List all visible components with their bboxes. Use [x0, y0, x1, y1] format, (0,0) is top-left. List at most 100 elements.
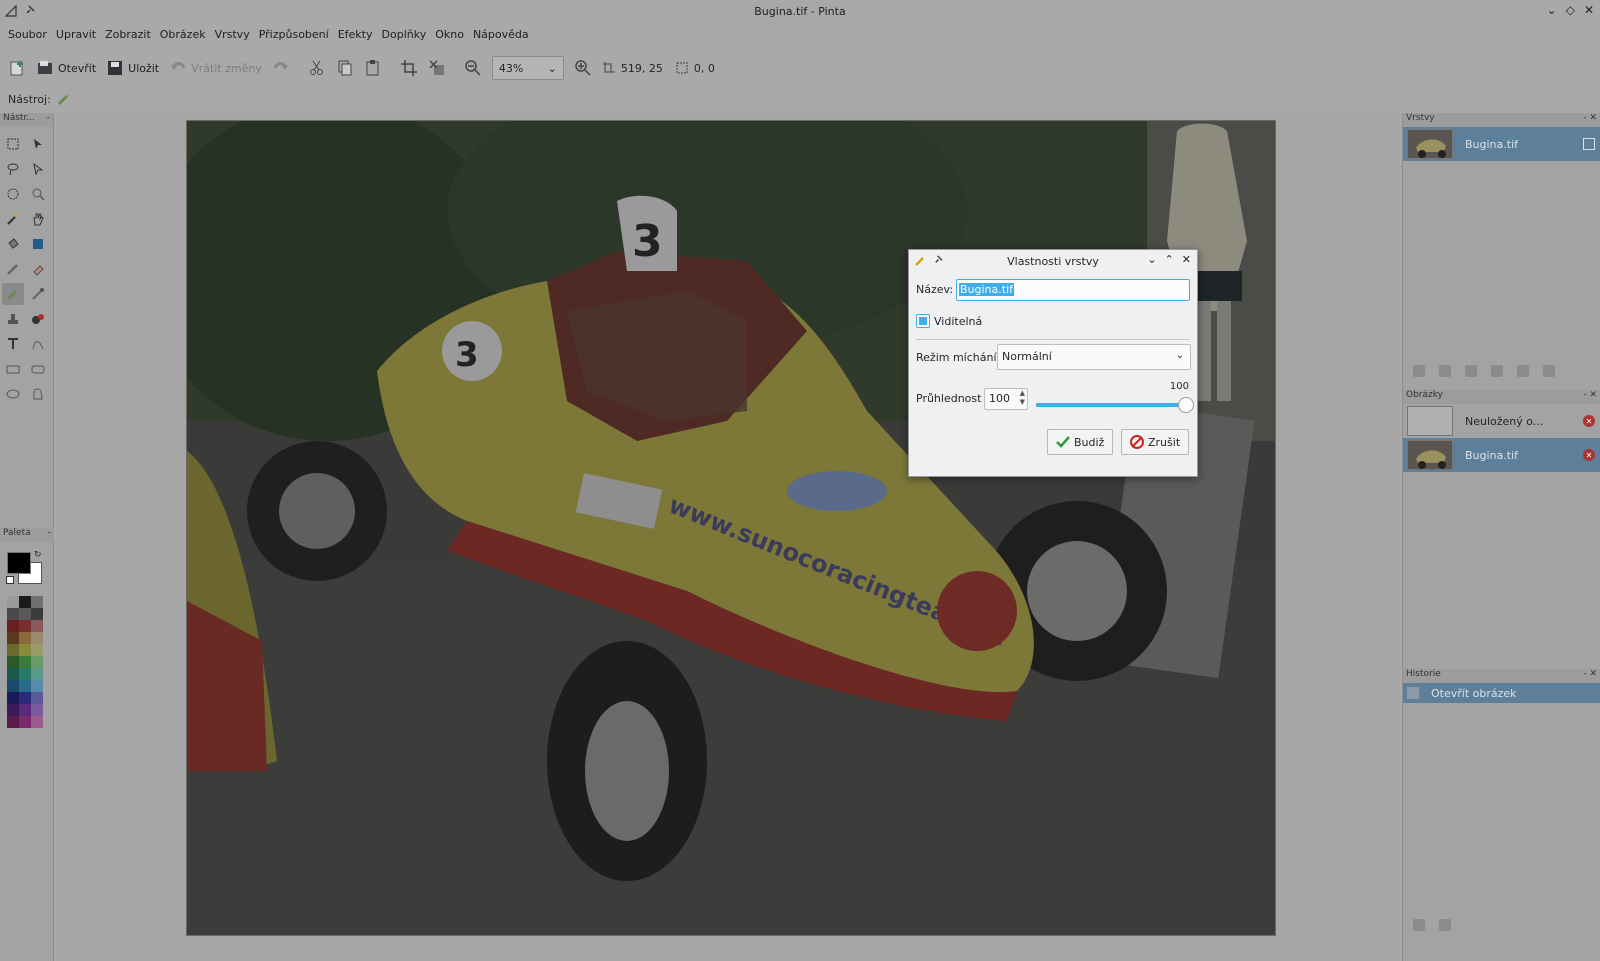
- magic-wand-tool[interactable]: [2, 208, 24, 230]
- gradient-tool[interactable]: [27, 233, 49, 255]
- move-layer-up-icon[interactable]: [1517, 365, 1529, 377]
- palette-swatch[interactable]: [31, 656, 43, 668]
- line-curve-tool[interactable]: [27, 333, 49, 355]
- move-selected-tool[interactable]: [27, 133, 49, 155]
- new-image-button[interactable]: [8, 56, 26, 80]
- undo-button[interactable]: Vrátit změny: [169, 56, 262, 80]
- delete-layer-icon[interactable]: [1465, 365, 1477, 377]
- paintbrush-tool[interactable]: [2, 283, 24, 305]
- canvas-area[interactable]: 3 3 www.sunocoracingteam.cz: [56, 113, 1400, 961]
- zoom-in-button[interactable]: [574, 56, 592, 80]
- primary-secondary-colors[interactable]: ↻: [6, 550, 46, 588]
- panel-minimize-icon[interactable]: -: [48, 528, 51, 542]
- palette-swatch[interactable]: [7, 644, 19, 656]
- palette-swatch[interactable]: [31, 704, 43, 716]
- eraser-tool[interactable]: [27, 258, 49, 280]
- panel-controls-icon[interactable]: - ✕: [1583, 669, 1597, 683]
- reset-colors-icon[interactable]: [6, 576, 14, 584]
- palette-swatch[interactable]: [19, 668, 31, 680]
- panel-controls-icon[interactable]: - ✕: [1583, 113, 1597, 127]
- layer-visibility-checkbox[interactable]: [1583, 138, 1595, 150]
- minimize-icon[interactable]: ⌄: [1547, 3, 1557, 17]
- menu-zobrazit[interactable]: Zobrazit: [101, 26, 155, 46]
- rounded-rectangle-tool[interactable]: [27, 358, 49, 380]
- duplicate-layer-icon[interactable]: [1439, 365, 1451, 377]
- menu-efekty[interactable]: Efekty: [334, 26, 377, 46]
- menu-upravit[interactable]: Upravit: [52, 26, 100, 46]
- palette-swatch[interactable]: [31, 692, 43, 704]
- palette-swatch[interactable]: [31, 668, 43, 680]
- palette-swatch[interactable]: [31, 644, 43, 656]
- swap-colors-icon[interactable]: ↻: [34, 550, 42, 560]
- add-layer-icon[interactable]: [1413, 365, 1425, 377]
- clone-stamp-tool[interactable]: [2, 308, 24, 330]
- palette-swatch[interactable]: [19, 680, 31, 692]
- palette-swatch[interactable]: [31, 620, 43, 632]
- layer-row[interactable]: Bugina.tif: [1403, 127, 1600, 161]
- history-item[interactable]: Otevřít obrázek: [1403, 683, 1600, 703]
- menu-napoveda[interactable]: Nápověda: [469, 26, 533, 46]
- palette-swatch[interactable]: [7, 656, 19, 668]
- menu-prizpusobeni[interactable]: Přizpůsobení: [255, 26, 333, 46]
- zoom-combobox[interactable]: 43% ⌄: [491, 56, 564, 80]
- menu-vrstvy[interactable]: Vrstvy: [211, 26, 254, 46]
- pencil-tool[interactable]: [2, 258, 24, 280]
- redo-button[interactable]: [272, 56, 290, 80]
- history-undo-icon[interactable]: [1413, 919, 1425, 931]
- lasso-select-tool[interactable]: [2, 158, 24, 180]
- palette-swatch[interactable]: [19, 608, 31, 620]
- maximize-icon[interactable]: ◇: [1566, 3, 1575, 17]
- deselect-button[interactable]: [428, 56, 446, 80]
- recolor-tool[interactable]: [27, 308, 49, 330]
- panel-controls-icon[interactable]: - ✕: [1583, 390, 1597, 404]
- pan-tool[interactable]: [27, 208, 49, 230]
- palette-swatch[interactable]: [7, 668, 19, 680]
- text-tool[interactable]: [2, 333, 24, 355]
- palette-swatch[interactable]: [7, 596, 19, 608]
- menu-okno[interactable]: Okno: [431, 26, 468, 46]
- ellipse-select-tool[interactable]: [2, 183, 24, 205]
- menu-obrazek[interactable]: Obrázek: [156, 26, 210, 46]
- palette-swatch[interactable]: [19, 620, 31, 632]
- image-tab-row[interactable]: Neuložený o... ✕: [1403, 404, 1600, 438]
- palette-swatch[interactable]: [19, 596, 31, 608]
- image-canvas[interactable]: 3 3 www.sunocoracingteam.cz: [186, 120, 1276, 936]
- opacity-slider[interactable]: [1036, 397, 1194, 413]
- rectangle-tool[interactable]: [2, 358, 24, 380]
- palette-swatch[interactable]: [19, 692, 31, 704]
- palette-swatch[interactable]: [19, 716, 31, 728]
- layer-name-field[interactable]: Bugina.tif: [956, 279, 1190, 301]
- rectangle-select-tool[interactable]: [2, 133, 24, 155]
- palette-swatch[interactable]: [7, 716, 19, 728]
- palette-swatch[interactable]: [7, 632, 19, 644]
- spin-arrows-icon[interactable]: ▲ ▼: [1020, 389, 1025, 407]
- freeform-shape-tool[interactable]: [27, 383, 49, 405]
- paint-bucket-tool[interactable]: [2, 233, 24, 255]
- cut-button[interactable]: [308, 56, 326, 80]
- palette-swatch[interactable]: [31, 596, 43, 608]
- palette-swatch[interactable]: [19, 632, 31, 644]
- paste-button[interactable]: [364, 56, 382, 80]
- history-redo-icon[interactable]: [1439, 919, 1451, 931]
- ellipse-tool[interactable]: [2, 383, 24, 405]
- palette-swatch[interactable]: [7, 692, 19, 704]
- palette-swatch[interactable]: [31, 608, 43, 620]
- move-layer-down-icon[interactable]: [1543, 365, 1555, 377]
- visible-checkbox[interactable]: [916, 314, 930, 328]
- palette-swatch[interactable]: [7, 704, 19, 716]
- zoom-out-button[interactable]: [464, 56, 482, 80]
- crop-button[interactable]: [400, 56, 418, 80]
- palette-swatch[interactable]: [19, 656, 31, 668]
- chevron-down-icon[interactable]: ⌄: [1147, 253, 1156, 266]
- opacity-slider-handle[interactable]: [1178, 397, 1194, 413]
- menu-soubor[interactable]: Soubor: [4, 26, 51, 46]
- close-image-icon[interactable]: ✕: [1583, 449, 1595, 461]
- merge-layer-icon[interactable]: [1491, 365, 1503, 377]
- move-selection-tool[interactable]: [27, 158, 49, 180]
- close-icon[interactable]: ✕: [1182, 253, 1191, 266]
- ok-button[interactable]: Budiž: [1047, 429, 1114, 455]
- close-icon[interactable]: ✕: [1584, 3, 1594, 17]
- image-tab-row[interactable]: Bugina.tif ✕: [1403, 438, 1600, 472]
- palette-swatch[interactable]: [19, 704, 31, 716]
- open-button[interactable]: Otevřít: [36, 56, 96, 80]
